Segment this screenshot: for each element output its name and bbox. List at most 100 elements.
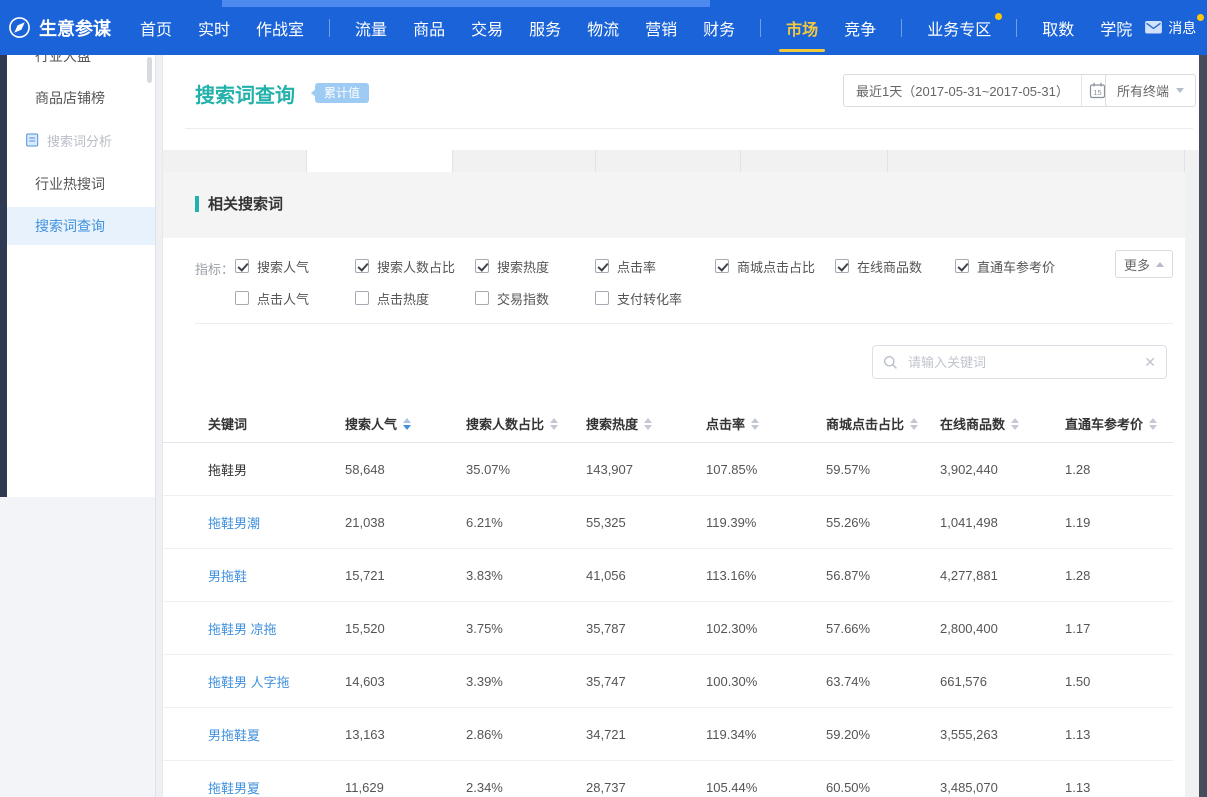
nav-item-label: 物流: [587, 16, 619, 40]
nav-item-logistics[interactable]: 物流: [574, 0, 632, 55]
sort-up-arrow: [1011, 418, 1019, 423]
table-header: 关键词搜索人气搜索人数占比搜索热度点击率商城点击占比在线商品数直通车参考价: [163, 405, 1173, 443]
metric-checkbox-search-heat[interactable]: 搜索热度: [475, 252, 549, 280]
metric-checkbox-online-products[interactable]: 在线商品数: [835, 252, 922, 280]
table-row-3: 拖鞋男 凉拖15,5203.75%35,787102.30%57.66%2,80…: [163, 602, 1173, 655]
section-header: 相关搜索词: [195, 193, 283, 214]
tab-2[interactable]: [453, 150, 596, 172]
tab-0[interactable]: [163, 150, 307, 172]
sort-down-arrow: [403, 425, 411, 430]
nav-item-competition[interactable]: 竞争: [831, 0, 889, 55]
cell-ztc-ref-price: 1.50: [1065, 674, 1173, 689]
metric-label: 商城点击占比: [737, 257, 815, 276]
search-input[interactable]: [906, 354, 1136, 371]
terminal-dropdown[interactable]: 所有终端: [1105, 74, 1196, 107]
nav-item-realtime[interactable]: 实时: [185, 0, 243, 55]
metric-checkbox-trade-index[interactable]: 交易指数: [475, 284, 549, 312]
metric-checkbox-pay-conversion[interactable]: 支付转化率: [595, 284, 682, 312]
metric-checkbox-ztc-ref-price[interactable]: 直通车参考价: [955, 252, 1055, 280]
messages-label: 消息: [1168, 18, 1196, 38]
cell-keyword[interactable]: 拖鞋男 凉拖: [208, 619, 345, 638]
nav-item-trade[interactable]: 交易: [458, 0, 516, 55]
nav-item-marketing[interactable]: 营销: [632, 0, 690, 55]
nav-item-label: 学院: [1100, 16, 1132, 40]
sidebar-item-search-word-query[interactable]: 搜索词查询: [0, 207, 155, 245]
column-header-online-products: 在线商品数: [940, 414, 1065, 433]
nav-item-academy[interactable]: 学院: [1087, 0, 1145, 55]
metrics-label: 指标：: [195, 259, 234, 278]
sort-icon-ztc-ref-price[interactable]: [1149, 418, 1157, 430]
nav-item-label: 财务: [703, 16, 735, 40]
cell-keyword[interactable]: 男拖鞋夏: [208, 725, 345, 744]
metric-checkbox-search-user-ratio[interactable]: 搜索人数占比: [355, 252, 455, 280]
cell-mall-click-ratio: 60.50%: [826, 780, 940, 795]
nav-item-product[interactable]: 商品: [400, 0, 458, 55]
cell-keyword[interactable]: 拖鞋男 人字拖: [208, 672, 345, 691]
table-row-4: 拖鞋男 人字拖14,6033.39%35,747100.30%63.74%661…: [163, 655, 1173, 708]
sort-down-arrow: [550, 425, 558, 430]
sort-icon-mall-click-ratio[interactable]: [910, 418, 918, 430]
sort-icon-search-user-ratio[interactable]: [550, 418, 558, 430]
metric-checkbox-click-rate[interactable]: 点击率: [595, 252, 656, 280]
sidebar-item-product-shop-rank[interactable]: 商品店铺榜: [0, 85, 155, 111]
date-range-picker[interactable]: 最近1天（2017-05-31~2017-05-31） 15: [843, 74, 1115, 107]
sort-icon-search-popularity[interactable]: [403, 418, 411, 430]
nav-item-market[interactable]: 市场: [773, 0, 831, 55]
cell-mall-click-ratio: 55.26%: [826, 515, 940, 530]
table-row-5: 男拖鞋夏13,1632.86%34,721119.34%59.20%3,555,…: [163, 708, 1173, 761]
cell-search-heat: 35,787: [586, 621, 706, 636]
nav-item-service[interactable]: 服务: [516, 0, 574, 55]
tab-5[interactable]: [888, 150, 1185, 172]
nav-item-traffic[interactable]: 流量: [342, 0, 400, 55]
notification-dot: [995, 13, 1002, 20]
cell-ztc-ref-price: 1.13: [1065, 780, 1173, 795]
cell-search-user-ratio: 6.21%: [466, 515, 586, 530]
tab-3[interactable]: [596, 150, 741, 172]
sidebar-item-industry-hot-words[interactable]: 行业热搜词: [0, 171, 155, 197]
cell-mall-click-ratio: 57.66%: [826, 621, 940, 636]
nav-item-label: 市场: [786, 16, 818, 40]
nav-item-home[interactable]: 首页: [127, 0, 185, 55]
brand[interactable]: 生意参谋: [8, 15, 111, 41]
nav-item-label: 实时: [198, 16, 230, 40]
sort-down-arrow: [1149, 425, 1157, 430]
cell-search-popularity: 14,603: [345, 674, 466, 689]
cell-search-user-ratio: 3.39%: [466, 674, 586, 689]
nav-item-label: 服务: [529, 16, 561, 40]
table-row-0: 拖鞋男58,64835.07%143,907107.85%59.57%3,902…: [163, 443, 1173, 496]
nav-item-finance[interactable]: 财务: [690, 0, 748, 55]
nav-item-war-room[interactable]: 作战室: [243, 0, 317, 55]
metric-checkbox-click-heat[interactable]: 点击热度: [355, 284, 429, 312]
column-label: 关键词: [208, 414, 247, 433]
cell-keyword[interactable]: 拖鞋男夏: [208, 778, 345, 797]
sort-down-arrow: [1011, 425, 1019, 430]
metric-checkbox-click-popularity[interactable]: 点击人气: [235, 284, 309, 312]
nav-item-label: 商品: [413, 16, 445, 40]
cell-search-heat: 143,907: [586, 462, 706, 477]
cell-keyword[interactable]: 拖鞋男潮: [208, 513, 345, 532]
sidebar-item-label: 搜索词查询: [35, 216, 105, 236]
table-row-6: 拖鞋男夏11,6292.34%28,737105.44%60.50%3,485,…: [163, 761, 1173, 797]
cell-keyword[interactable]: 男拖鞋: [208, 566, 345, 585]
nav-item-business-zone[interactable]: 业务专区: [914, 0, 1004, 55]
nav-item-label: 竞争: [844, 16, 876, 40]
sidebar-item-label: 行业热搜词: [35, 174, 105, 194]
sort-icon-search-heat[interactable]: [644, 418, 652, 430]
metric-label: 支付转化率: [617, 289, 682, 308]
nav-item-data-fetch[interactable]: 取数: [1029, 0, 1087, 55]
cell-ztc-ref-price: 1.28: [1065, 462, 1173, 477]
related-search-panel: 指标： 搜索人气搜索人数占比搜索热度点击率商城点击占比在线商品数直通车参考价点击…: [163, 238, 1185, 797]
metric-checkbox-search-popularity[interactable]: 搜索人气: [235, 252, 309, 280]
tab-4[interactable]: [741, 150, 888, 172]
sort-icon-click-rate[interactable]: [751, 418, 759, 430]
section-title: 相关搜索词: [208, 193, 283, 214]
tab-1[interactable]: [307, 150, 453, 172]
metric-checkbox-mall-click-ratio[interactable]: 商城点击占比: [715, 252, 815, 280]
checkbox-icon: [475, 259, 489, 273]
clear-search-icon[interactable]: ✕: [1144, 355, 1156, 369]
sort-down-arrow: [910, 425, 918, 430]
page-scrollbar[interactable]: [1199, 55, 1207, 797]
more-button[interactable]: 更多: [1115, 250, 1173, 278]
sort-icon-online-products[interactable]: [1011, 418, 1019, 430]
messages-button[interactable]: 消息: [1145, 18, 1196, 38]
